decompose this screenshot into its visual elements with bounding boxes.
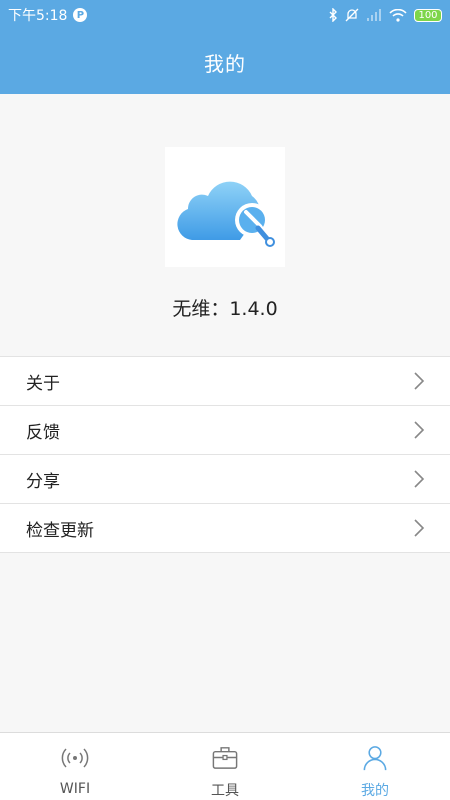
menu-item-label: 检查更新	[26, 520, 94, 541]
tab-label: 工具	[211, 783, 239, 799]
mute-bell-icon	[345, 8, 359, 22]
status-right: 100	[328, 8, 442, 22]
status-bar: 下午5:18 P 100	[0, 0, 450, 30]
chevron-right-icon	[414, 372, 425, 390]
wifi-status-icon	[389, 8, 407, 22]
bluetooth-icon	[329, 8, 337, 22]
menu-item-label: 关于	[26, 373, 60, 394]
battery-indicator: 100	[414, 8, 442, 22]
chevron-right-icon	[414, 470, 425, 488]
app-header: 下午5:18 P 100 我的	[0, 0, 450, 94]
tab-label: WIFI	[59, 781, 91, 797]
status-left: 下午5:18 P	[8, 5, 88, 25]
tab-mine[interactable]: 我的	[300, 733, 450, 800]
menu-item-label: 反馈	[26, 422, 60, 443]
cloud-wrench-logo-icon	[177, 181, 275, 247]
wifi-signal-icon	[61, 748, 89, 768]
page-title: 我的	[204, 51, 246, 76]
cell-signal-icon	[367, 9, 381, 21]
chevron-right-icon	[414, 519, 425, 537]
settings-menu: 关于 反馈 分享 检查更新	[0, 356, 450, 553]
menu-item-share[interactable]: 分享	[0, 455, 450, 504]
bottom-tab-bar: WIFI 工具 我的	[0, 732, 450, 800]
tab-label: 我的	[361, 783, 389, 799]
person-icon	[363, 746, 387, 771]
status-time: 下午5:18	[8, 8, 68, 24]
toolbox-icon	[212, 747, 238, 769]
menu-item-label: 分享	[26, 471, 60, 492]
tab-tools[interactable]: 工具	[150, 733, 300, 800]
tab-wifi[interactable]: WIFI	[0, 733, 150, 800]
chevron-right-icon	[414, 421, 425, 439]
menu-item-about[interactable]: 关于	[0, 357, 450, 406]
menu-item-check-update[interactable]: 检查更新	[0, 504, 450, 553]
parking-notification-icon: P	[73, 8, 88, 22]
version-label: 无维：1.4.0	[172, 298, 278, 320]
app-logo	[165, 147, 285, 267]
menu-item-feedback[interactable]: 反馈	[0, 406, 450, 455]
